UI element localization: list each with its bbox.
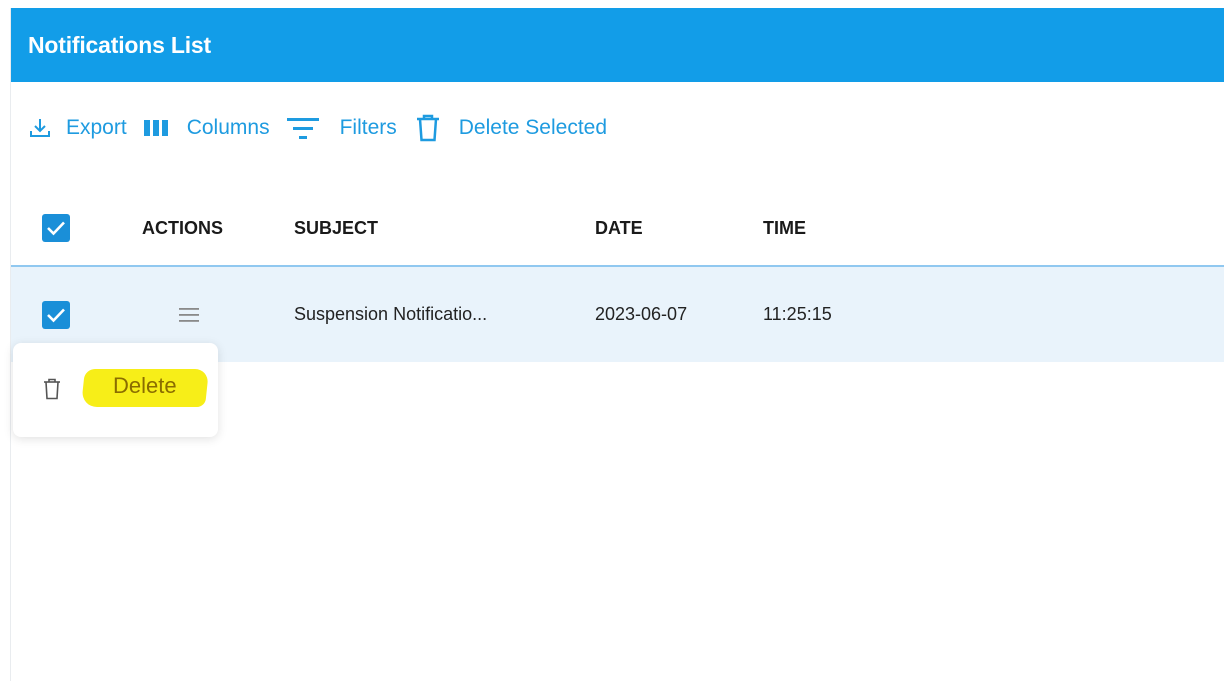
filter-icon	[286, 115, 320, 141]
export-button[interactable]: Export	[28, 116, 127, 140]
row-date: 2023-06-07	[595, 304, 688, 324]
columns-label: Columns	[186, 116, 270, 139]
filters-label: Filters	[339, 116, 397, 139]
trash-icon	[43, 378, 61, 405]
row-subject-cell: Suspension Notificatio...	[294, 267, 487, 362]
row-actions-menu-button[interactable]	[178, 306, 200, 324]
column-header-date[interactable]: DATE	[595, 191, 643, 265]
checkmark-icon	[47, 221, 65, 236]
column-header-subject[interactable]: SUBJECT	[294, 191, 378, 265]
notifications-app: Notifications List Export Columns Filter…	[10, 8, 1224, 681]
page-header: Notifications List	[11, 8, 1224, 82]
table-header: ACTIONS SUBJECT DATE TIME	[11, 191, 1224, 267]
checkmark-icon	[47, 308, 65, 322]
delete-menu-label: Delete	[113, 373, 177, 398]
delete-menu-item[interactable]: Delete	[13, 343, 218, 437]
select-all-checkbox[interactable]	[42, 214, 70, 242]
row-time-cell: 11:25:15	[763, 267, 832, 362]
grid-toolbar: Export Columns Filters Delete Selected	[28, 113, 623, 143]
trash-icon	[413, 113, 443, 143]
row-subject: Suspension Notificatio...	[294, 304, 488, 324]
column-header-time[interactable]: TIME	[763, 191, 806, 265]
row-date-cell: 2023-06-07	[595, 267, 687, 362]
select-all-cell	[42, 191, 70, 265]
hamburger-icon	[179, 307, 199, 322]
page-title: Notifications List	[28, 31, 211, 58]
row-time: 11:25:15	[763, 304, 832, 324]
delete-selected-label: Delete Selected	[458, 116, 608, 139]
filters-button[interactable]: Filters	[286, 115, 397, 141]
export-label: Export	[66, 116, 127, 139]
columns-button[interactable]: Columns	[143, 116, 270, 140]
download-icon	[28, 116, 52, 140]
columns-icon	[143, 118, 169, 138]
row-actions-dropdown: Delete	[13, 343, 218, 437]
column-header-actions[interactable]: ACTIONS	[142, 191, 223, 265]
delete-selected-button[interactable]: Delete Selected	[413, 113, 607, 143]
row-checkbox[interactable]	[42, 300, 70, 329]
